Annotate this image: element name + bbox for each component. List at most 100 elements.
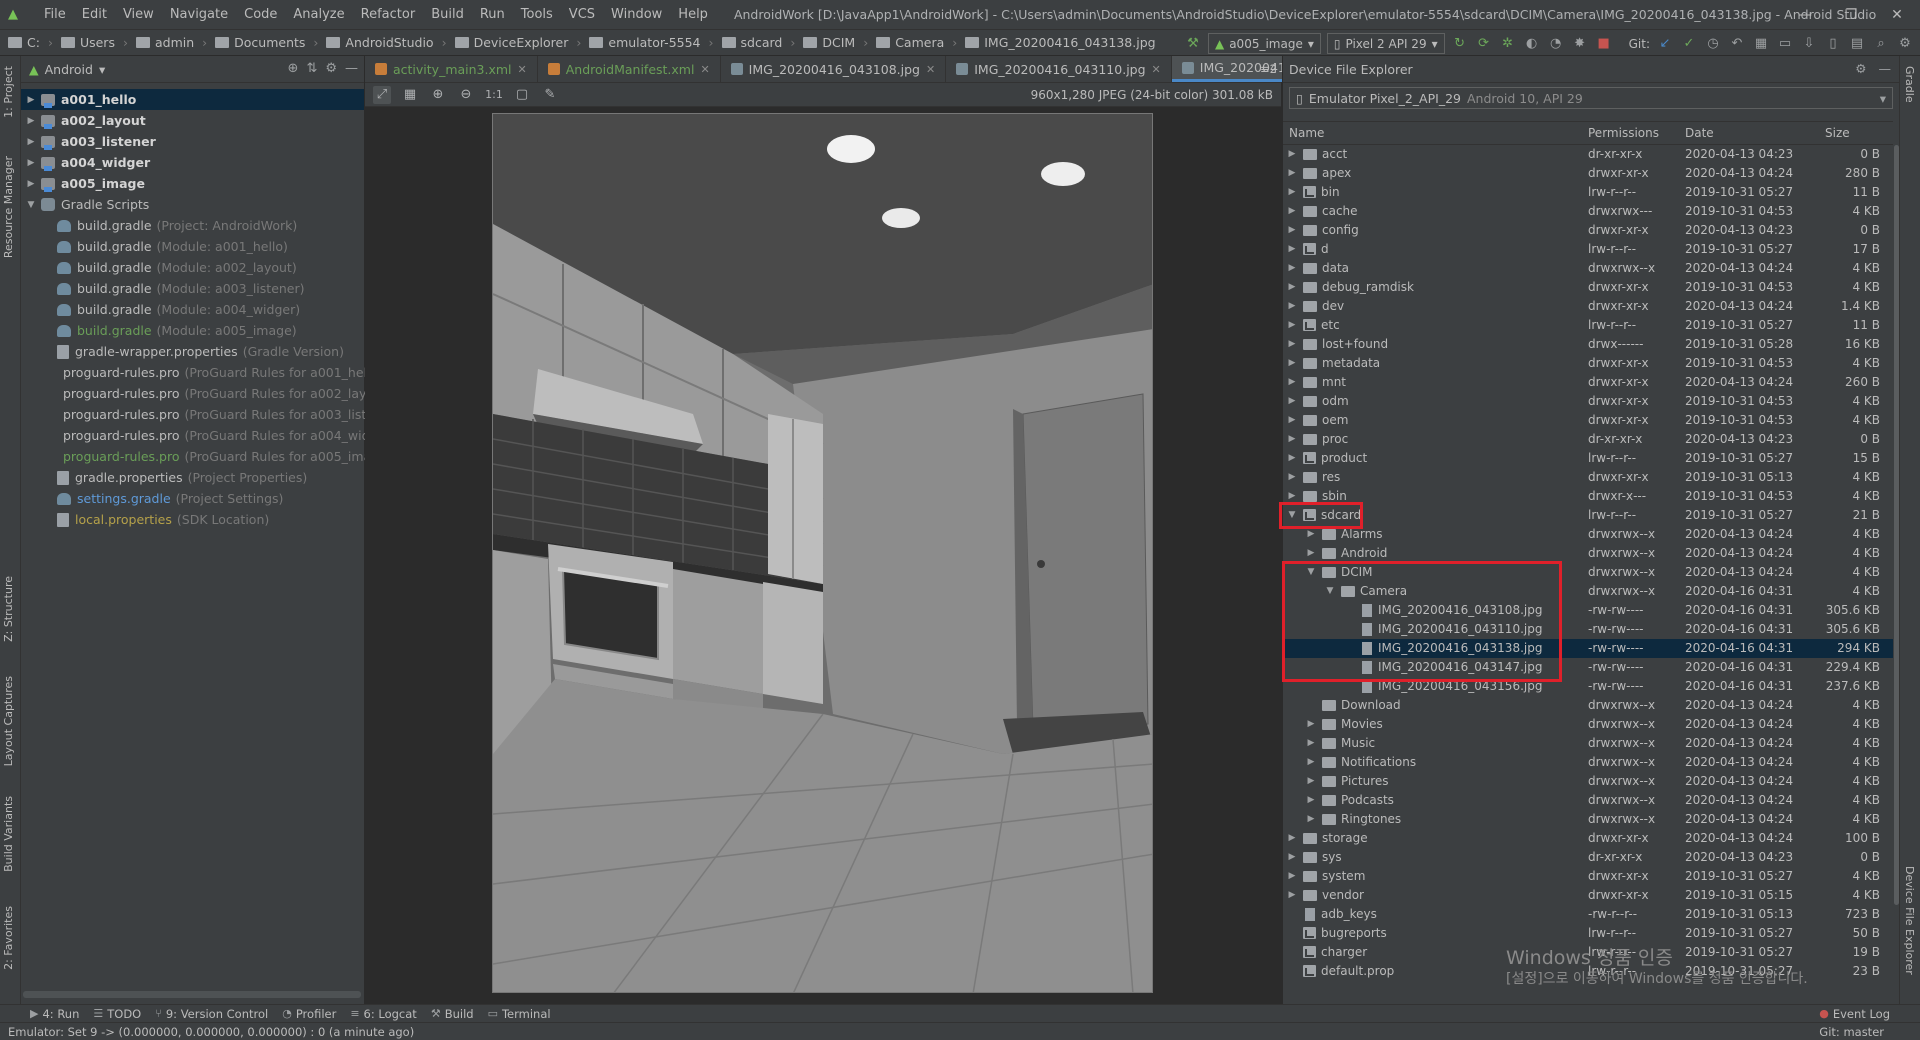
tab-overflow[interactable]: ≡2 <box>1260 62 1277 76</box>
file-row[interactable]: ▶ Notifications drwxrwx--x 2020-04-13 04:24… <box>1283 753 1893 772</box>
apply-changes-icon[interactable]: ↻ <box>1451 35 1469 53</box>
editor-tab[interactable]: AndroidManifest.xml ✕ <box>538 56 721 82</box>
tree-script-file[interactable]: proguard-rules.pro (ProGuard Rules for a0… <box>21 446 392 467</box>
chevron-right-icon[interactable]: ▶ <box>1287 149 1297 159</box>
file-row[interactable]: ▶ product lrw-r--r-- 2019-10-31 05:27 15 B <box>1283 449 1893 468</box>
chevron-right-icon[interactable]: ▶ <box>1287 871 1297 881</box>
settings-icon[interactable]: ⚙ <box>1896 35 1914 53</box>
file-row[interactable]: ▶ Podcasts drwxrwx--x 2020-04-13 04:24 4 KB <box>1283 791 1893 810</box>
file-row[interactable]: ▶ oem drwxr-xr-x 2019-10-31 04:53 4 KB <box>1283 411 1893 430</box>
tree-module-a001_hello[interactable]: ▶ a001_hello <box>21 89 364 110</box>
actual-size-button[interactable]: 1:1 <box>485 86 503 104</box>
tool-tab-resource-manager[interactable]: Resource Manager <box>2 156 15 258</box>
chevron-right-icon[interactable]: ▶ <box>1306 795 1316 805</box>
file-row[interactable]: ▶ storage drwxr-xr-x 2020-04-13 04:24 100 B <box>1283 829 1893 848</box>
menu-item-help[interactable]: Help <box>670 7 716 22</box>
chevron-right-icon[interactable]: ▶ <box>1287 358 1297 368</box>
menu-item-refactor[interactable]: Refactor <box>353 7 424 22</box>
file-row[interactable]: ▶ data drwxrwx--x 2020-04-13 04:24 4 KB <box>1283 259 1893 278</box>
run-config-select[interactable]: ▲ a005_image ▾ <box>1207 33 1321 54</box>
zoom-out-icon[interactable]: ⊖ <box>457 86 475 104</box>
gear-icon[interactable]: ⚙ <box>1855 61 1866 76</box>
bottom-tab[interactable]: ▶ 4: Run <box>30 1007 79 1021</box>
close-tab-icon[interactable]: ✕ <box>1152 63 1161 76</box>
chevron-down-icon[interactable]: ▼ <box>25 200 37 210</box>
chevron-right-icon[interactable]: ▶ <box>1287 320 1297 330</box>
horizontal-scrollbar[interactable] <box>23 991 361 998</box>
tree-script-file[interactable]: build.gradle (Module: a002_layout) <box>21 257 364 278</box>
tool-tab-device-file-explorer[interactable]: Device File Explorer <box>1903 866 1916 975</box>
file-row[interactable]: ▶ odm drwxr-xr-x 2019-10-31 04:53 4 KB <box>1283 392 1893 411</box>
tree-gradle-scripts[interactable]: ▼ Gradle Scripts <box>21 194 364 215</box>
grid-icon[interactable]: ▦ <box>401 86 419 104</box>
tool-tab-layout-captures[interactable]: Layout Captures <box>2 676 15 766</box>
file-row[interactable]: ▶ config drwxr-xr-x 2020-04-13 04:23 0 B <box>1283 221 1893 240</box>
collapse-all-icon[interactable]: ⇅ <box>306 61 317 76</box>
bottom-tab[interactable]: ▭ Terminal <box>488 1007 551 1021</box>
file-row[interactable]: ▶ sys dr-xr-xr-x 2020-04-13 04:23 0 B <box>1283 848 1893 867</box>
chevron-right-icon[interactable]: ▶ <box>1287 453 1297 463</box>
menu-item-view[interactable]: View <box>115 7 162 22</box>
git-rollback-icon[interactable]: ↶ <box>1728 35 1746 53</box>
menu-item-window[interactable]: Window <box>603 7 670 22</box>
coverage-icon[interactable]: ◐ <box>1523 35 1541 53</box>
file-row[interactable]: adb_keys -rw-r--r-- 2019-10-31 05:13 723 B <box>1283 905 1893 924</box>
menu-item-file[interactable]: File <box>36 7 74 22</box>
git-commit-icon[interactable]: ✓ <box>1680 35 1698 53</box>
breadcrumb-item[interactable]: DCIM › <box>803 35 868 50</box>
locate-icon[interactable]: ⊕ <box>288 61 299 76</box>
bottom-tab[interactable]: ≡ 6: Logcat <box>350 1007 417 1021</box>
chevron-right-icon[interactable]: ▶ <box>1306 529 1316 539</box>
file-row[interactable]: ▶ acct dr-xr-xr-x 2020-04-13 04:23 0 B <box>1283 145 1893 164</box>
file-row[interactable]: ▶ Music drwxrwx--x 2020-04-13 04:24 4 KB <box>1283 734 1893 753</box>
chevron-right-icon[interactable]: ▶ <box>1287 263 1297 273</box>
color-picker-icon[interactable]: ✎ <box>541 86 559 104</box>
chevron-right-icon[interactable]: ▶ <box>1287 491 1297 501</box>
zoom-in-icon[interactable]: ⊕ <box>429 86 447 104</box>
chevron-right-icon[interactable]: ▶ <box>25 158 37 168</box>
tree-script-file[interactable]: build.gradle (Module: a004_widger) <box>21 299 364 320</box>
tool-tab-project[interactable]: 1: Project <box>2 66 15 118</box>
file-row[interactable]: ▶ system drwxr-xr-x 2019-10-31 05:27 4 KB <box>1283 867 1893 886</box>
minimize-icon[interactable]: — <box>1782 0 1828 29</box>
menu-item-navigate[interactable]: Navigate <box>162 7 236 22</box>
chevron-right-icon[interactable]: ▶ <box>1287 168 1297 178</box>
git-history-icon[interactable]: ◷ <box>1704 35 1722 53</box>
breadcrumb-item[interactable]: AndroidStudio › <box>326 35 447 50</box>
breadcrumb-item[interactable]: IMG_20200416_043138.jpg <box>965 35 1156 50</box>
chevron-right-icon[interactable]: ▶ <box>1287 890 1297 900</box>
file-row[interactable]: ▶ Movies drwxrwx--x 2020-04-13 04:24 4 KB <box>1283 715 1893 734</box>
chevron-right-icon[interactable]: ▶ <box>1287 833 1297 843</box>
profile-icon[interactable]: ◔ <box>1547 35 1565 53</box>
close-icon[interactable]: ✕ <box>1874 0 1920 29</box>
chevron-right-icon[interactable]: ▶ <box>25 95 37 105</box>
debug-icon[interactable]: ✲ <box>1499 35 1517 53</box>
layout-inspector-icon[interactable]: ▭ <box>1776 35 1794 53</box>
column-date[interactable]: Date <box>1685 126 1714 140</box>
search-icon[interactable]: ⌕ <box>1872 35 1890 53</box>
project-structure-icon[interactable]: ▦ <box>1752 35 1770 53</box>
sdk-manager-icon[interactable]: ⇩ <box>1800 35 1818 53</box>
chevron-right-icon[interactable]: ▶ <box>1306 548 1316 558</box>
chevron-right-icon[interactable]: ▶ <box>1306 776 1316 786</box>
bottom-tab[interactable]: ◔ Profiler <box>282 1007 336 1021</box>
editor-tab[interactable]: activity_main3.xml ✕ <box>365 56 538 82</box>
chevron-right-icon[interactable]: ▶ <box>1287 472 1297 482</box>
tree-module-a003_listener[interactable]: ▶ a003_listener <box>21 131 364 152</box>
column-name[interactable]: Name <box>1289 126 1324 140</box>
file-row[interactable]: ▶ debug_ramdisk drwxr-xr-x 2019-10-31 04:53… <box>1283 278 1893 297</box>
tree-script-file[interactable]: gradle.properties (Project Properties) <box>21 467 364 488</box>
chevron-right-icon[interactable]: ▶ <box>25 179 37 189</box>
close-tab-icon[interactable]: ✕ <box>700 63 709 76</box>
hide-icon[interactable]: — <box>1879 61 1892 76</box>
chevron-right-icon[interactable]: ▶ <box>1306 757 1316 767</box>
bottom-tab[interactable]: ☰ TODO <box>93 1007 141 1021</box>
chevron-right-icon[interactable]: ▶ <box>1287 396 1297 406</box>
bottom-tab[interactable]: ⑂ 9: Version Control <box>155 1007 268 1021</box>
device-explorer-icon[interactable]: ▤ <box>1848 35 1866 53</box>
chevron-right-icon[interactable]: ▶ <box>1287 415 1297 425</box>
tool-tab-favorites[interactable]: 2: Favorites <box>2 906 15 970</box>
file-row[interactable]: ▶ mnt drwxr-xr-x 2020-04-13 04:24 260 B <box>1283 373 1893 392</box>
breadcrumb-item[interactable]: Camera › <box>876 35 957 50</box>
menu-item-run[interactable]: Run <box>472 7 513 22</box>
